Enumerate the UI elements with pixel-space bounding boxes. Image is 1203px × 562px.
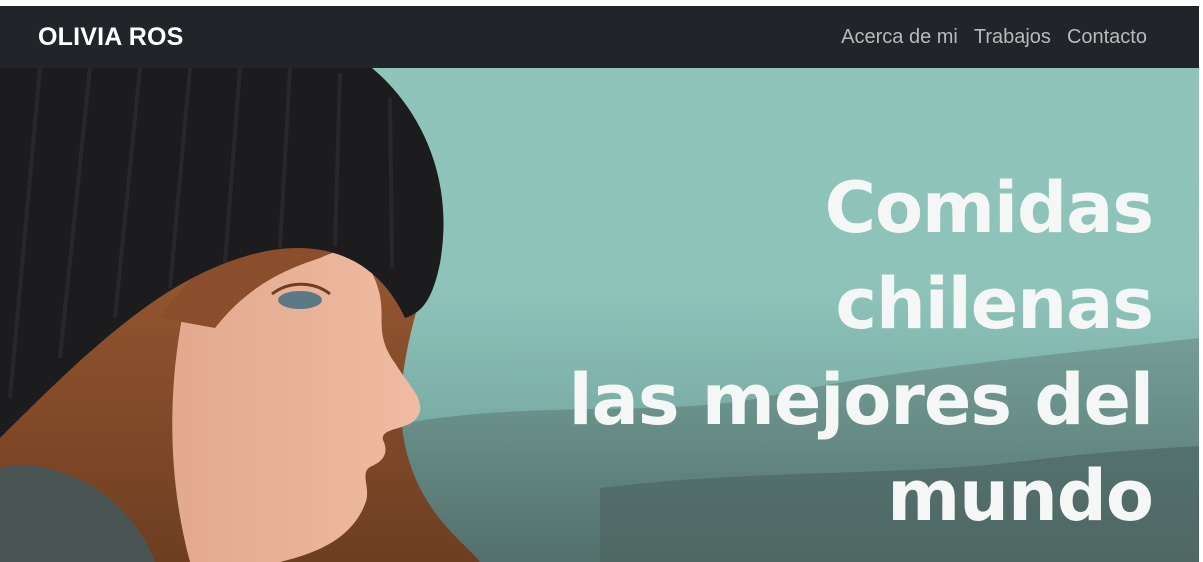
navbar: OLIVIA ROS Acerca de mi Trabajos Contact… (0, 6, 1199, 68)
right-edge (1199, 0, 1203, 562)
headline-line-3: las mejores del (568, 359, 1154, 441)
hero-section: Comidas chilenas las mejores del mundo (0, 68, 1199, 562)
brand-logo[interactable]: OLIVIA ROS (38, 23, 184, 52)
nav-link-acerca[interactable]: Acerca de mi (841, 26, 958, 49)
nav-link-trabajos[interactable]: Trabajos (974, 26, 1051, 49)
eye (278, 291, 322, 309)
headline-line-2: chilenas (835, 263, 1154, 345)
hero-headline: Comidas chilenas las mejores del mundo (568, 160, 1154, 544)
nav-link-contacto[interactable]: Contacto (1067, 26, 1147, 49)
headline-line-1: Comidas (824, 167, 1154, 249)
headline-line-4: mundo (887, 455, 1154, 537)
nav-links: Acerca de mi Trabajos Contacto (841, 26, 1147, 49)
